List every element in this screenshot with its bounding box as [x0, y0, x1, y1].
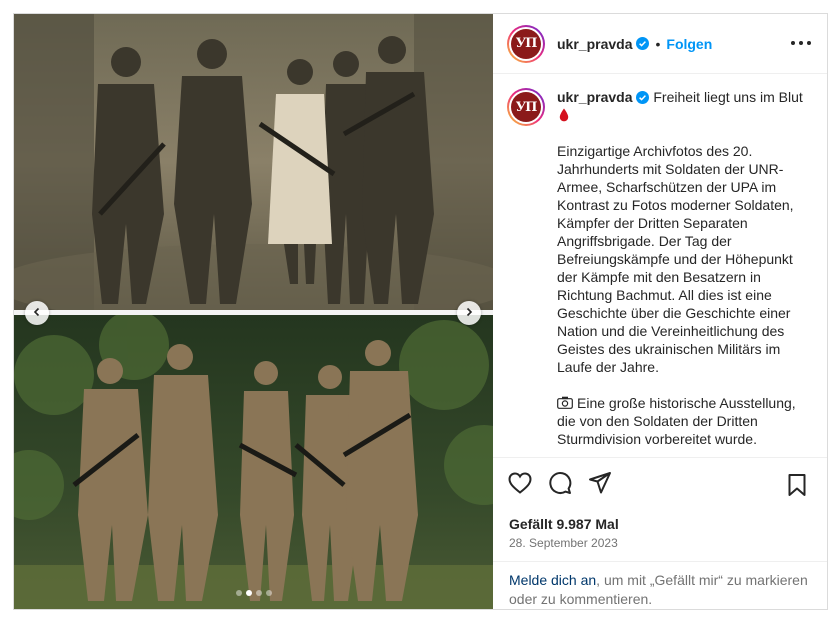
caption-paragraph-2: Eine große historische Ausstellung, die …	[557, 395, 796, 447]
carousel-dot	[255, 590, 262, 596]
bookmark-icon	[785, 474, 809, 501]
comment-button[interactable]	[547, 471, 573, 500]
carousel-dot	[235, 590, 242, 596]
follow-button[interactable]: Folgen	[666, 36, 712, 52]
caption-text: ukr_pravda Freiheit liegt uns im Blut Ei…	[557, 88, 809, 448]
likes-count[interactable]: Gefällt 9.987 Mal	[509, 516, 619, 532]
instagram-post: УП ukr_pravda • Folgen УП ukr_pravda Fre…	[13, 13, 828, 610]
more-options-icon[interactable]	[791, 36, 811, 50]
caption-paragraph-2-wrap: Eine große historische Ausstellung, die …	[557, 394, 809, 448]
blood-drop-icon	[559, 108, 569, 122]
chevron-left-icon	[32, 304, 42, 322]
post-date[interactable]: 28. September 2023	[509, 536, 618, 550]
separator-dot: •	[655, 35, 661, 52]
camera-icon	[557, 395, 573, 409]
caption-avatar[interactable]: УП	[507, 88, 545, 126]
login-prompt: Melde dich an, um mit „Gefällt mir“ zu m…	[493, 561, 827, 609]
avatar-logo: УП	[511, 28, 541, 59]
comment-icon	[548, 471, 572, 500]
chevron-right-icon	[464, 304, 474, 322]
carousel-indicators	[14, 590, 493, 596]
post-header: УП ukr_pravda • Folgen	[493, 14, 827, 74]
post-side-panel: УП ukr_pravda • Folgen УП ukr_pravda Fre…	[493, 14, 827, 609]
carousel-prev-button[interactable]	[25, 301, 49, 325]
like-button[interactable]	[507, 472, 533, 499]
caption-paragraph-1: Einzigartige Archivfotos des 20. Jahrhun…	[557, 143, 794, 375]
carousel-dot	[245, 590, 252, 596]
save-button[interactable]	[785, 473, 811, 499]
action-bar	[493, 457, 827, 513]
verified-badge-icon	[636, 37, 650, 50]
modern-photo	[14, 315, 493, 609]
carousel-next-button[interactable]	[457, 301, 481, 325]
verified-badge-icon	[636, 91, 650, 104]
caption-avatar-logo: УП	[511, 92, 541, 122]
username-link[interactable]: ukr_pravda	[557, 36, 632, 52]
caption-section: УП ukr_pravda Freiheit liegt uns im Blut…	[493, 74, 827, 457]
caption-username-link[interactable]: ukr_pravda	[557, 89, 632, 105]
carousel-dot	[265, 590, 272, 596]
share-button[interactable]	[587, 471, 613, 500]
share-icon	[588, 471, 612, 500]
avatar[interactable]: УП	[507, 24, 545, 63]
heart-icon	[508, 472, 532, 499]
post-media[interactable]	[14, 14, 493, 609]
archive-photo	[14, 14, 493, 310]
login-link[interactable]: Melde dich an	[509, 572, 596, 588]
caption-title: Freiheit liegt uns im Blut	[653, 89, 803, 105]
